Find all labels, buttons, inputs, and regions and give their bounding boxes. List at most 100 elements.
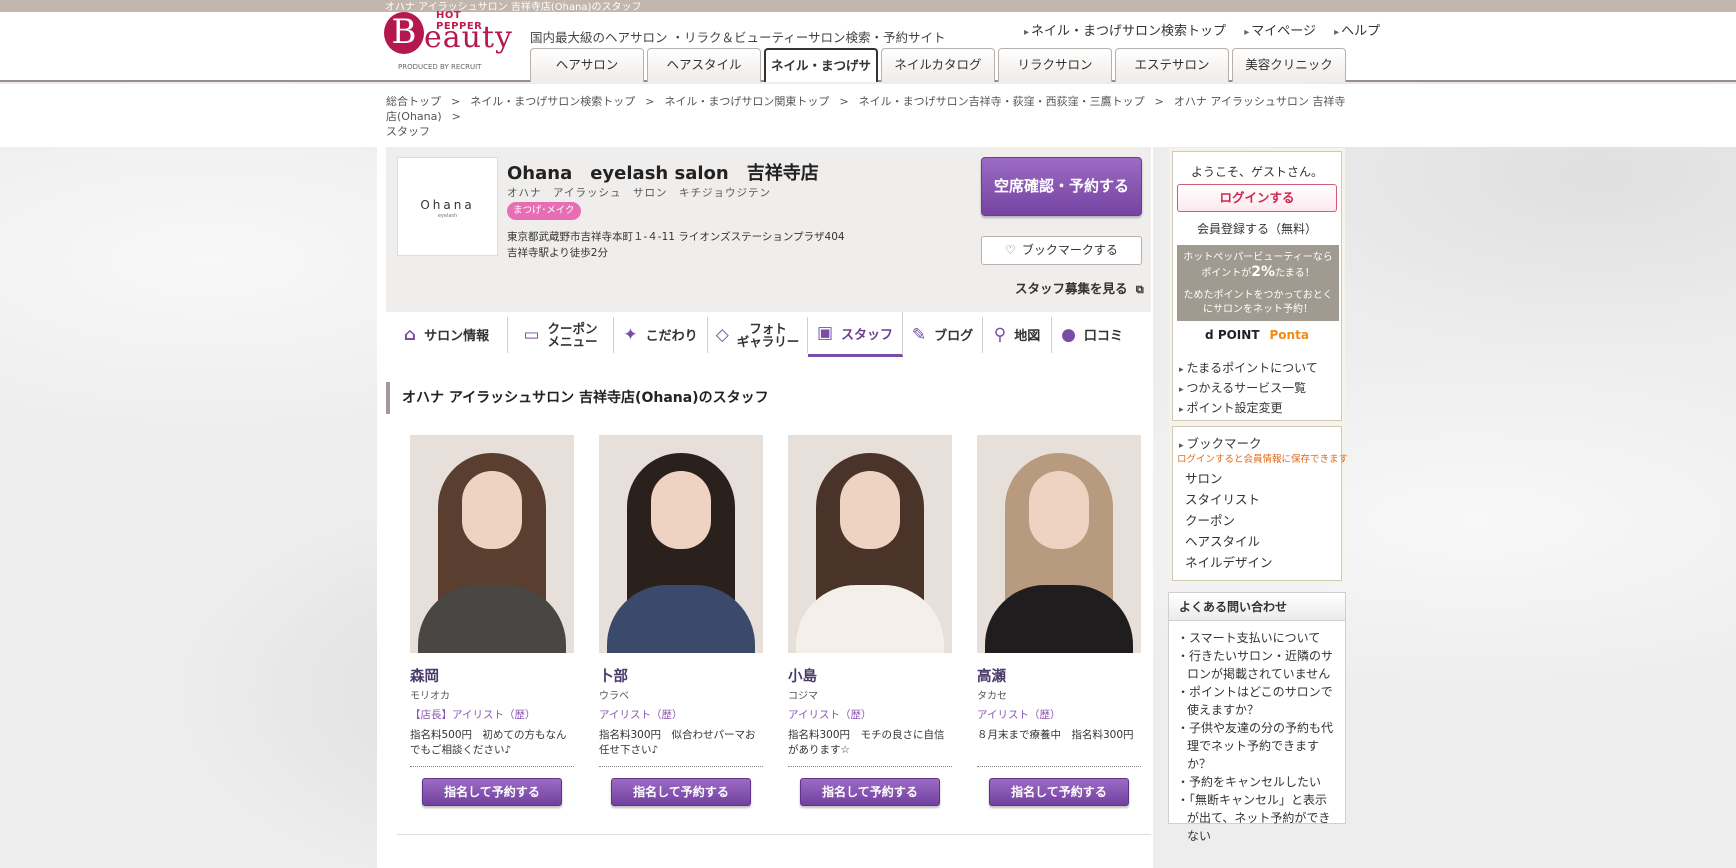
staff-name[interactable]: 卜部 [599,665,763,686]
faq-item[interactable]: スマート支払いについて [1177,629,1339,647]
subnav-photo-gallery[interactable]: ◇ フォト ギャラリー [708,316,808,353]
bookmark-list: サロン スタイリスト クーポン ヘアスタイル ネイルデザイン [1185,468,1273,573]
link-nail-search-top[interactable]: ネイル・まつげサロン検索トップ [1024,24,1226,39]
point-link-services[interactable]: つかえるサービス一覧 [1179,379,1318,399]
staff-recruit-link[interactable]: スタッフ募集を見る ⧉ [1015,278,1144,297]
main-nav-tabs: ヘアサロン ヘアスタイル ネイル・まつげサロン ネイルカタログ リラクサロン エ… [530,48,1349,105]
bookmark-stylist[interactable]: スタイリスト [1185,489,1273,510]
subnav-label: スタッフ [841,327,894,343]
bookmark-nail-design[interactable]: ネイルデザイン [1185,552,1273,573]
faq-item[interactable]: 「無断キャンセル」と表示が出て、ネット予約ができない [1177,791,1339,845]
tab-beauty-clinic[interactable]: 美容クリニック [1232,48,1346,82]
bookmark-salon[interactable]: サロン [1185,468,1273,489]
link-help[interactable]: ヘルプ [1334,24,1380,39]
faq-item[interactable]: ポイントはどこのサロンで使えますか？ [1177,683,1339,719]
photo-face [462,471,522,549]
faq-item[interactable]: 子供や友達の分の予約も代理でネット予約できますか？ [1177,719,1339,773]
staff-kana: モリオカ [410,691,450,702]
tab-hair-salon[interactable]: ヘアサロン [530,48,644,82]
staff-photo[interactable] [977,435,1141,653]
breadcrumb-item[interactable]: ネイル・まつげサロン関東トップ [664,95,829,108]
nominate-reserve-button[interactable]: 指名して予約する [422,778,562,806]
point-rate: 2% [1251,264,1276,280]
link-mypage[interactable]: マイページ [1244,24,1316,39]
staff-card: 小島 コジマ アイリスト（歴） 指名料300円 モチの良さに自信があります☆ 指… [788,435,952,806]
subnav-label: フォト ギャラリー [736,320,800,349]
subnav-label: クーポン メニュー [547,320,598,349]
divider [599,766,763,767]
subnav-kodawari[interactable]: ✦ こだわり [614,316,708,353]
staff-photo[interactable] [410,435,574,653]
photo-face [651,471,711,549]
bookmark-title[interactable]: ブックマーク [1179,433,1262,452]
breadcrumb-item[interactable]: ネイル・まつげサロン吉祥寺・荻窪・西荻窪・三鷹トップ [859,95,1145,108]
salon-logo-text: Ohana [420,198,475,212]
tab-hair-style[interactable]: ヘアスタイル [647,48,761,82]
staff-comment: 指名料300円 モチの良さに自信があります☆ [788,729,945,756]
tab-nail-eyelash-salon[interactable]: ネイル・まつげサロン [764,48,878,105]
divider [410,766,574,767]
breadcrumb-item[interactable]: 総合トップ [386,95,441,108]
coupon-icon: ▭ [523,324,540,345]
staff-kana: ウラベ [599,691,629,702]
staff-role: アイリスト（歴） [599,709,683,721]
faq-box: よくある問い合わせ スマート支払いについて 行きたいサロン・近隣のサロンが掲載さ… [1168,592,1346,843]
pen-icon: ✎ [911,324,927,345]
staff-photo[interactable] [788,435,952,653]
faq-item[interactable]: 行きたいサロン・近隣のサロンが掲載されていません [1177,647,1339,683]
bookmark-hairstyle[interactable]: ヘアスタイル [1185,531,1273,552]
logo-eauty-text: eauty [424,20,513,55]
staff-role: アイリスト（歴） [788,709,872,721]
divider [788,766,952,767]
staff-photo[interactable] [599,435,763,653]
tab-relax-salon[interactable]: リラクサロン [998,48,1112,82]
register-link[interactable]: 会員登録する（無料） [1173,220,1341,237]
staff-name[interactable]: 森岡 [410,665,574,686]
salon-logo-sub: eyelash [437,213,458,219]
tab-nail-catalog[interactable]: ネイルカタログ [881,48,995,82]
subnav-label: サロン情報 [424,329,490,344]
breadcrumb: 総合トップ > ネイル・まつげサロン検索トップ > ネイル・まつげサロン関東トップ > ネイ… [386,95,1346,138]
reserve-button[interactable]: 空席確認・予約する [981,157,1142,216]
subnav-coupon-menu[interactable]: ▭ クーポン メニュー [508,316,614,353]
staff-comment: ８月末まで療養中 指名料300円 [977,729,1134,741]
salon-logo: Ohana eyelash [397,157,498,256]
tab-esthetic-salon[interactable]: エステサロン [1115,48,1229,82]
staff-role: アイリスト（歴） [977,709,1061,721]
heart-icon: ♡ [1005,243,1016,257]
photo-face [840,471,900,549]
house-icon: ⌂ [403,324,417,345]
bookmark-coupon[interactable]: クーポン [1185,510,1273,531]
staff-kana: タカセ [977,691,1007,702]
point-link-tamaru[interactable]: たまるポイントについて [1179,359,1318,379]
subnav-blog[interactable]: ✎ ブログ [903,316,983,353]
breadcrumb-item[interactable]: ネイル・まつげサロン検索トップ [470,95,635,108]
hotpepper-beauty-logo[interactable]: HOT PEPPER B eauty PRODUCED BY RECRUIT [384,10,512,76]
salon-address: 東京都武蔵野市吉祥寺本町１-４-11 ライオンズステーションプラザ404 [507,231,845,243]
welcome-box: ようこそ、ゲストさん。 ログインする 会員登録する（無料） ホットペッパービュー… [1172,151,1342,421]
subnav-salon-info[interactable]: ⌂ サロン情報 [386,316,508,353]
nominate-reserve-button[interactable]: 指名して予約する [611,778,751,806]
staff-card-icon: ▣ [816,323,834,343]
bookmark-button[interactable]: ♡ ブックマークする [981,236,1142,265]
faq-item[interactable]: 予約をキャンセルしたい [1177,773,1339,791]
staff-name[interactable]: 小島 [788,665,952,686]
subnav-reviews[interactable]: ● 口コミ [1052,317,1132,353]
nominate-reserve-button[interactable]: 指名して予約する [989,778,1129,806]
subnav-staff[interactable]: ▣ スタッフ [808,312,903,357]
point-line-1: ホットペッパービューティーなら [1183,252,1333,263]
faq-title: よくある問い合わせ [1169,593,1345,621]
subnav-map[interactable]: ⚲ 地図 [983,316,1052,353]
dpoint-logo: d POINT [1205,328,1260,342]
staff-name[interactable]: 高瀬 [977,665,1141,686]
salon-name: Ohana eyelash salon 吉祥寺店 [507,163,819,184]
staff-card: 卜部 ウラベ アイリスト（歴） 指名料300円 似合わせパーマお任せ下さい♪ 指… [599,435,763,806]
ponta-logo: Ponta [1269,328,1309,342]
divider [397,834,1151,835]
logo-produced-by: PRODUCED BY RECRUIT [398,63,482,71]
nominate-reserve-button[interactable]: 指名して予約する [800,778,940,806]
point-line-3: ためたポイントをつかっておとく [1183,290,1333,301]
point-link-settings[interactable]: ポイント設定変更 [1179,399,1318,419]
subnav-label: 地図 [1014,329,1041,344]
login-button[interactable]: ログインする [1177,184,1337,212]
